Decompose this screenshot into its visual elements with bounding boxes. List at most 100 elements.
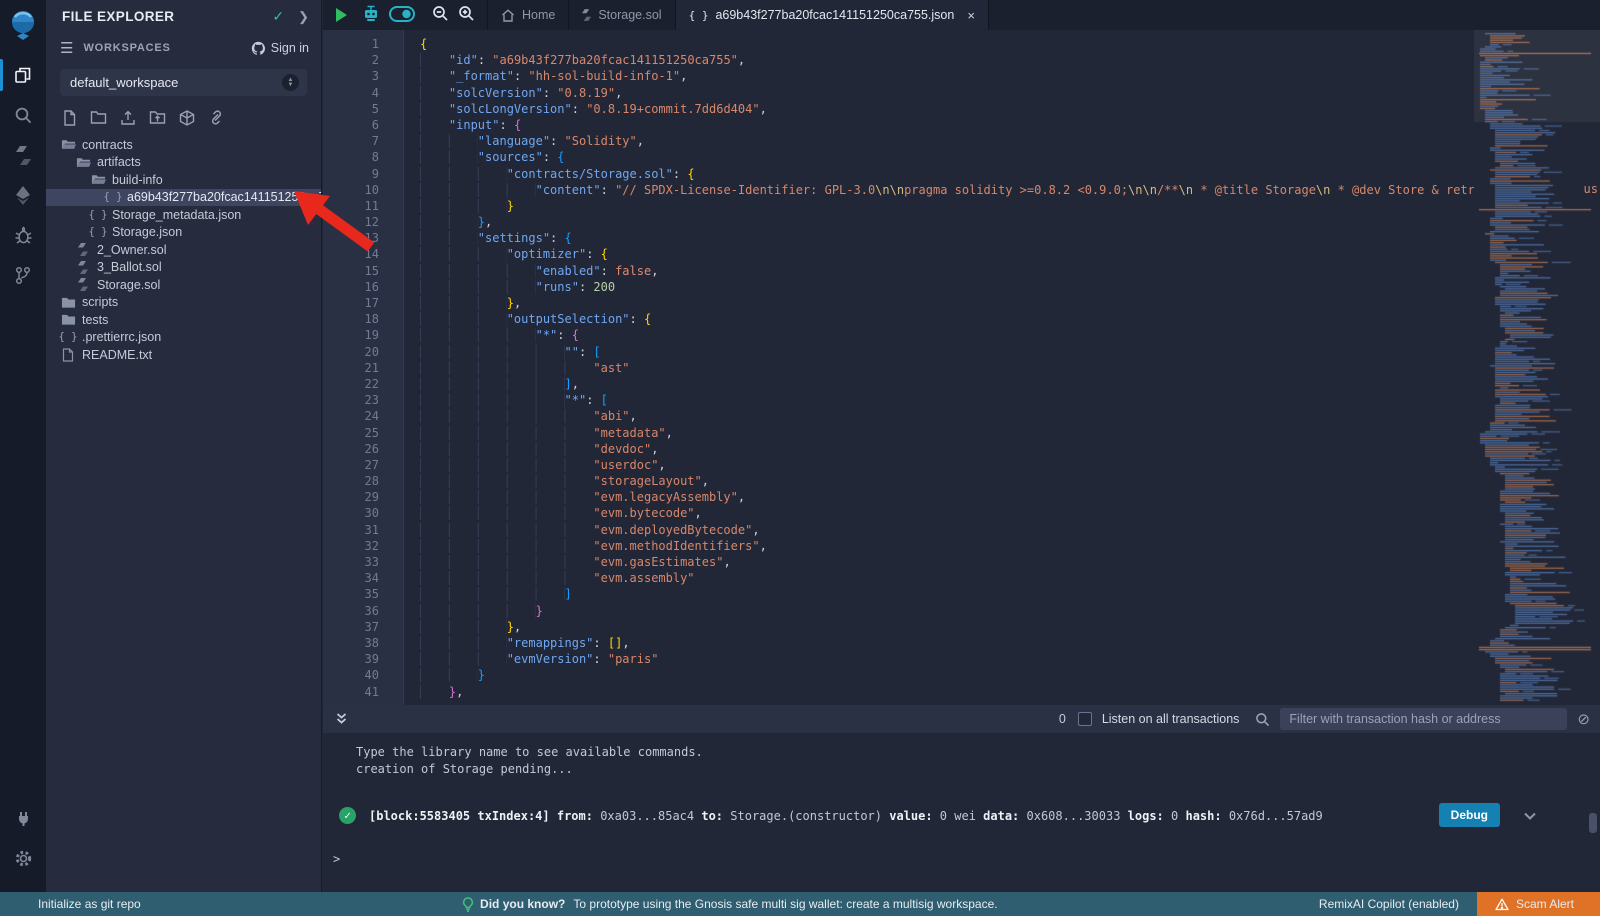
terminal-search-icon[interactable] [1255,712,1270,727]
line-number[interactable]: 22 [323,376,403,392]
sidebar-item-search[interactable] [0,95,46,135]
line-number[interactable]: 3 [323,68,403,84]
transaction-log-row[interactable]: ✓ [block:5583405 txIndex:4] from: 0xa03.… [339,807,1600,824]
line-number[interactable]: 21 [323,360,403,376]
line-number[interactable]: 23 [323,392,403,408]
line-number[interactable]: 36 [323,603,403,619]
line-number[interactable]: 32 [323,538,403,554]
tab-home[interactable]: Home [488,0,569,30]
terminal[interactable]: Type the library name to see available c… [323,733,1600,892]
line-number[interactable]: 7 [323,133,403,149]
chevron-right-icon[interactable]: ❯ [298,9,309,25]
line-number[interactable]: 20 [323,344,403,360]
ipfs-cube-icon[interactable] [179,110,195,126]
line-number[interactable]: 14 [323,246,403,262]
line-number[interactable]: 31 [323,522,403,538]
tab-a69b43f277ba20fcac141151250ca755-json[interactable]: { }a69b43f277ba20fcac141151250ca755.json… [676,0,989,30]
line-number[interactable]: 19 [323,327,403,343]
line-number[interactable]: 10 [323,182,403,198]
tree-item-a69b43f277ba20fcac141151250ca7-[interactable]: { }a69b43f277ba20fcac141151250ca7... [46,189,321,207]
code-editor[interactable]: 1234567891011121314151617181920212223242… [323,30,1600,705]
tree-item-storage-metadata-json[interactable]: { }Storage_metadata.json [46,206,321,224]
line-number[interactable]: 5 [323,101,403,117]
line-number[interactable]: 2 [323,52,403,68]
line-number[interactable]: 39 [323,651,403,667]
tree-item-contracts[interactable]: contracts [46,136,321,154]
link-icon[interactable] [208,110,225,126]
terminal-scrollbar-thumb[interactable] [1589,813,1597,833]
git-init-button[interactable]: Initialize as git repo [0,897,141,911]
line-number[interactable]: 8 [323,149,403,165]
listen-all-checkbox[interactable] [1078,712,1092,726]
ai-copilot-robot-icon[interactable] [362,5,380,26]
line-number[interactable]: 41 [323,684,403,700]
file-explorer-icon [13,65,33,85]
line-number[interactable]: 38 [323,635,403,651]
copilot-toggle[interactable] [389,6,415,25]
line-number[interactable]: 34 [323,570,403,586]
sidebar-item-debugger[interactable] [0,215,46,255]
new-folder-icon[interactable] [90,110,107,126]
line-number[interactable]: 35 [323,586,403,602]
sidebar-item-settings[interactable] [0,838,46,878]
line-number[interactable]: 24 [323,408,403,424]
minimap[interactable] [1474,30,1600,705]
tree-item-artifacts[interactable]: artifacts [46,154,321,172]
sidebar-item-git[interactable] [0,255,46,295]
code-line: "evmVersion": "paris" [420,651,1600,667]
close-icon[interactable]: × [967,8,975,23]
hamburger-menu-icon[interactable]: ☰ [60,39,73,57]
line-number[interactable]: 27 [323,457,403,473]
copilot-status[interactable]: RemixAI Copilot (enabled) [1319,897,1459,911]
line-number[interactable]: 15 [323,263,403,279]
sidebar-item-plugin-manager[interactable] [0,798,46,838]
tree-item-storage-json[interactable]: { }Storage.json [46,224,321,242]
line-number[interactable]: 12 [323,214,403,230]
new-file-icon[interactable] [62,110,77,126]
scam-alert-badge[interactable]: Scam Alert [1477,892,1600,916]
expand-transaction-icon[interactable] [1522,809,1538,826]
tree-item-tests[interactable]: tests [46,311,321,329]
line-number[interactable]: 13 [323,230,403,246]
line-number[interactable]: 6 [323,117,403,133]
line-number[interactable]: 30 [323,505,403,521]
upload-folder-icon[interactable] [149,110,166,126]
tree-item-readme-txt[interactable]: README.txt [46,346,321,364]
line-number[interactable]: 16 [323,279,403,295]
tree-item-build-info[interactable]: build-info [46,171,321,189]
line-number[interactable]: 40 [323,667,403,683]
run-script-button[interactable] [336,8,347,22]
line-number[interactable]: 28 [323,473,403,489]
transaction-filter-input[interactable] [1280,708,1567,730]
sidebar-item-file-explorer[interactable] [0,55,46,95]
sidebar-item-deploy-run[interactable] [0,175,46,215]
line-number[interactable]: 9 [323,166,403,182]
zoom-out-icon[interactable] [432,5,449,25]
line-number[interactable]: 26 [323,441,403,457]
tree-item-3-ballot-sol[interactable]: 3_Ballot.sol [46,259,321,277]
line-number[interactable]: 37 [323,619,403,635]
sidebar-item-solidity-compiler[interactable] [0,135,46,175]
line-number[interactable]: 4 [323,85,403,101]
upload-file-icon[interactable] [120,110,136,126]
line-number[interactable]: 25 [323,425,403,441]
line-number[interactable]: 18 [323,311,403,327]
workspace-select[interactable]: default_workspace ▲▼ [60,69,307,96]
line-number[interactable]: 33 [323,554,403,570]
terminal-collapse-icon[interactable] [335,712,348,726]
tab-storage-sol[interactable]: Storage.sol [569,0,675,30]
terminal-prompt[interactable]: > [333,852,1600,866]
sign-in-button[interactable]: Sign in [251,41,309,56]
line-number[interactable]: 29 [323,489,403,505]
zoom-in-icon[interactable] [458,5,475,25]
line-number[interactable]: 11 [323,198,403,214]
line-number[interactable]: 17 [323,295,403,311]
tree-item-storage-sol[interactable]: Storage.sol [46,276,321,294]
tree-item-scripts[interactable]: scripts [46,294,321,312]
debug-button[interactable]: Debug [1439,803,1500,827]
remix-logo-icon[interactable] [7,9,39,41]
tree-item--prettierrc-json[interactable]: { }.prettierrc.json [46,329,321,347]
line-number[interactable]: 1 [323,36,403,52]
clear-console-icon[interactable]: ⊘ [1577,710,1590,728]
tree-item-2-owner-sol[interactable]: 2_Owner.sol [46,241,321,259]
